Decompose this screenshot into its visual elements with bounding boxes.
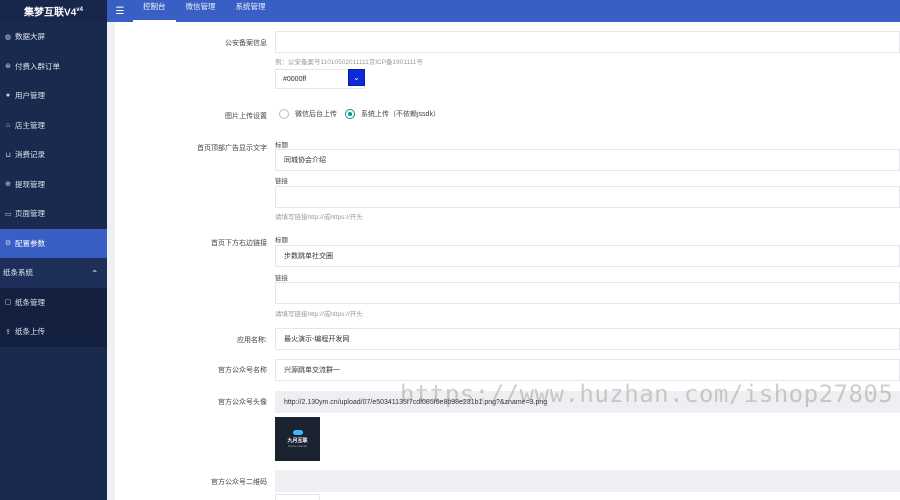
cart-icon: ⊔ (5, 151, 11, 159)
sidebar-item-label: 提现管理 (15, 179, 45, 189)
user-icon: ● (5, 92, 11, 100)
radio-dot (279, 109, 289, 119)
logo-subtext: JiuYue HuLian (287, 444, 308, 448)
top-navbar: ☰ 控制台 微信管理 系统管理 (107, 0, 900, 22)
sidebar-item-note-upload[interactable]: ⇪ 纸条上传 (0, 317, 107, 347)
sidebar-item-pages[interactable]: ▭ 页面管理 (0, 199, 107, 229)
mp-name-input[interactable]: 兴源跳单交流群一 (275, 359, 900, 381)
sidebar-item-label: 店主管理 (15, 120, 45, 130)
beian-hint: 例：公安备案号11010502011111京ICP备1901111号 (275, 59, 423, 66)
sidebar-item-dashboard[interactable]: ◍ 数据大屏 (0, 22, 107, 52)
brand-logo[interactable]: 集梦互联V4v4 (0, 0, 107, 22)
radio-label: 系统上传（不依赖jssdk） (361, 111, 440, 118)
sidebar-item-label: 纸条管理 (15, 297, 45, 307)
logo-text: 九月互联 (287, 438, 308, 444)
tab-system[interactable]: 系统管理 (226, 0, 276, 22)
tab-wechat[interactable]: 微信管理 (176, 0, 226, 22)
mp-name-label: 官方公众号名称 (218, 367, 267, 374)
radio-system-upload[interactable]: 系统上传（不依赖jssdk） (345, 109, 440, 119)
order-icon: ⊛ (5, 63, 11, 71)
page-icon: ▭ (4, 210, 12, 218)
bottom-link-label: 首页下方右边链接 (211, 240, 267, 247)
left-gutter (107, 22, 115, 500)
shop-owner-icon: ⌂ (5, 121, 11, 129)
top-ad-link-label: 链接 (275, 178, 288, 185)
sidebar-item-label: 纸条上传 (15, 327, 45, 337)
mp-avatar-label: 官方公众号头像 (218, 399, 267, 406)
sidebar-item-label: 页面管理 (15, 209, 45, 219)
sidebar-item-label: 用户管理 (15, 91, 45, 101)
upload-icon: ⇪ (5, 328, 11, 336)
beian-input[interactable] (275, 31, 900, 53)
sidebar-item-config[interactable]: ⚙ 配置参数 (0, 228, 107, 258)
sidebar-item-withdraw[interactable]: ⊕ 提现管理 (0, 170, 107, 200)
chevron-up-icon: ⌄ (91, 268, 99, 279)
top-ad-title-input[interactable]: 同城协会介绍 (275, 149, 900, 171)
mp-qrcode-label: 官方公众号二维码 (211, 479, 267, 486)
menu-toggle-icon[interactable]: ☰ (107, 6, 133, 17)
chevron-down-icon: ⌄ (353, 73, 360, 82)
top-ad-link-input[interactable] (275, 186, 900, 208)
bottom-link-link-label: 链接 (275, 275, 288, 282)
tab-console[interactable]: 控制台 (133, 0, 176, 22)
bottom-link-title-input[interactable]: 步数跳单社交圈 (275, 245, 900, 267)
logo-mark-icon (292, 430, 303, 435)
sidebar-group-note-system[interactable]: 纸条系统 ⌄ (0, 258, 107, 288)
top-ad-label: 首页顶部广告显示文字 (197, 145, 267, 152)
top-ad-link-hint: 请填写链接http://或https://开头 (275, 214, 363, 221)
brand-version: v4 (76, 7, 83, 13)
sidebar-item-label: 配置参数 (15, 238, 45, 248)
sidebar-item-shop-owners[interactable]: ⌂ 店主管理 (0, 111, 107, 141)
sidebar-group-label: 纸条系统 (3, 268, 33, 278)
note-icon: ▢ (4, 299, 12, 307)
radio-label: 微信后台上传 (295, 111, 337, 118)
mp-avatar-preview[interactable]: 九月互联 JiuYue HuLian (275, 417, 320, 461)
sidebar: 集梦互联V4v4 ◍ 数据大屏 ⊛ 付费入群订单 ● 用户管理 ⌂ 店主管理 ⊔ 消费记录… (0, 0, 107, 500)
top-ad-title-label: 标题 (275, 142, 288, 149)
radio-dot (345, 109, 355, 119)
sidebar-item-note-manage[interactable]: ▢ 纸条管理 (0, 287, 107, 317)
brand-name: 集梦互联V4 (24, 7, 77, 19)
radio-wechat-upload[interactable]: 微信后台上传 (279, 109, 337, 119)
bottom-link-title-label: 标题 (275, 237, 288, 244)
gear-icon: ⚙ (4, 240, 12, 248)
app-name-input[interactable]: 最火演示-编程开发网 (275, 328, 900, 350)
bottom-link-hint: 请填写链接http://或https://开头 (275, 311, 363, 318)
config-form: 公安备案信息 例：公安备案号11010502011111京ICP备1901111… (107, 22, 900, 500)
color-picker-button[interactable]: ⌄ (348, 69, 365, 86)
mp-qrcode-preview[interactable] (275, 494, 320, 500)
watermark-text: https://www.huzhan.com/ishop27805 (400, 380, 894, 408)
sidebar-item-label: 消费记录 (15, 150, 45, 160)
withdraw-icon: ⊕ (5, 181, 11, 189)
sidebar-item-consumption[interactable]: ⊔ 消费记录 (0, 140, 107, 170)
bottom-link-link-input[interactable] (275, 282, 900, 304)
upload-label: 图片上传设置 (225, 113, 267, 120)
dashboard-icon: ◍ (4, 33, 12, 41)
sidebar-item-label: 数据大屏 (15, 32, 45, 42)
app-name-label: 应用名称: (237, 337, 267, 344)
sidebar-item-label: 付费入群订单 (15, 61, 60, 71)
sidebar-item-orders[interactable]: ⊛ 付费入群订单 (0, 52, 107, 82)
sidebar-item-users[interactable]: ● 用户管理 (0, 81, 107, 111)
mp-qrcode-url-input[interactable] (275, 470, 900, 492)
beian-label: 公安备案信息 (225, 40, 267, 47)
